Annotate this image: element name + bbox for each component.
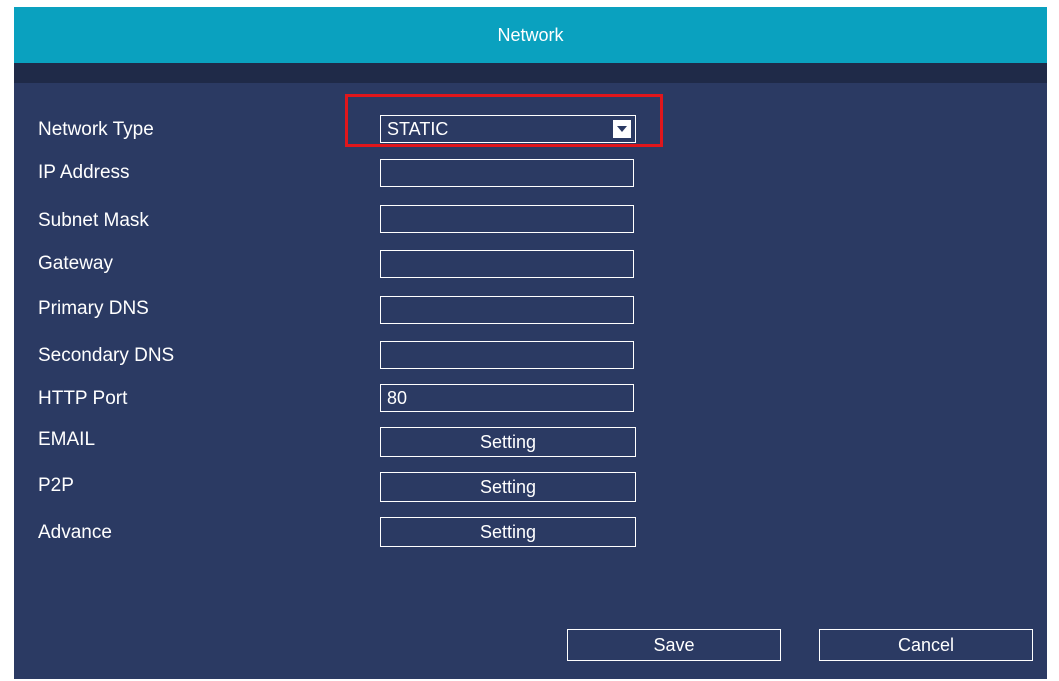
http-port-field[interactable]: 80 [380,384,634,412]
ip-octet-3[interactable]: 21 [538,277,576,278]
ip-octet-1[interactable]: 255 [430,232,468,233]
network-type-value: STATIC [387,119,449,139]
ip-octet-2[interactable]: 168 [484,323,522,324]
advance-label: Advance [38,522,112,543]
p2p-label: P2P [38,475,74,496]
ip-octet-2[interactable]: 168 [484,186,522,187]
network-type-label: Network Type [38,119,154,140]
cancel-button[interactable]: Cancel [819,629,1033,661]
ip-octet-3[interactable]: 1 [538,323,560,324]
primary-dns-label: Primary DNS [38,298,149,319]
p2p-setting-button[interactable]: Setting [380,472,636,502]
ip-dot: . [514,368,530,369]
ip-octet-2[interactable]: 96 [484,368,514,369]
ip-dot: . [576,232,592,233]
ip-octet-3[interactable]: 255 [538,232,576,233]
secondary-dns-label: Secondary DNS [38,345,175,366]
ip-octet-2[interactable]: 168 [484,277,522,278]
ip-dot: . [560,323,576,324]
gateway-label: Gateway [38,253,113,274]
ip-address-label: IP Address [38,162,130,183]
title-divider-strip [14,63,1047,83]
ip-dot: . [576,277,592,278]
ip-dot: . [574,368,590,369]
primary-dns-field[interactable]: 192.168.1.1 [380,296,634,324]
dialog-title-bar: Network [14,7,1047,63]
ip-octet-4[interactable]: 1 [592,277,634,278]
ip-dot: . [468,323,484,324]
ip-octet-1[interactable]: 192 [430,277,468,278]
email-setting-button[interactable]: Setting [380,427,636,457]
ip-address-field[interactable]: 192.168.21.100 [380,159,634,187]
chevron-down-icon[interactable] [613,120,631,138]
http-port-label: HTTP Port [38,388,128,409]
ip-octet-3[interactable]: 21 [538,186,576,187]
ip-dot: . [522,232,538,233]
ip-octet-1[interactable]: 202 [430,368,468,369]
ip-dot: . [468,277,484,278]
ip-octet-4[interactable]: 133 [590,368,634,369]
subnet-mask-field[interactable]: 255.255.255.0 [380,205,634,233]
ip-dot: . [522,323,538,324]
ip-octet-1[interactable]: 192 [430,186,468,187]
ip-octet-4[interactable]: 100 [592,186,634,187]
ip-octet-2[interactable]: 255 [484,232,522,233]
save-button[interactable]: Save [567,629,781,661]
subnet-mask-label: Subnet Mask [38,210,149,231]
ip-octet-4[interactable]: 1 [576,323,634,324]
gateway-field[interactable]: 192.168.21.1 [380,250,634,278]
email-label: EMAIL [38,429,96,450]
advance-setting-button[interactable]: Setting [380,517,636,547]
ip-octet-4[interactable]: 0 [592,232,628,233]
ip-octet-3[interactable]: 134 [530,368,574,369]
ip-dot: . [468,186,484,187]
ip-octet-1[interactable]: 192 [430,323,468,324]
ip-dot: . [468,232,484,233]
network-dialog: Network Network Type STATIC IP Address 1… [14,7,1047,679]
ip-dot: . [576,186,592,187]
ip-dot: . [522,186,538,187]
ip-dot: . [468,368,484,369]
dialog-title: Network [497,24,564,45]
network-type-select[interactable]: STATIC [380,115,636,143]
secondary-dns-field[interactable]: 202.96.134.133 [380,341,634,369]
ip-dot: . [522,277,538,278]
